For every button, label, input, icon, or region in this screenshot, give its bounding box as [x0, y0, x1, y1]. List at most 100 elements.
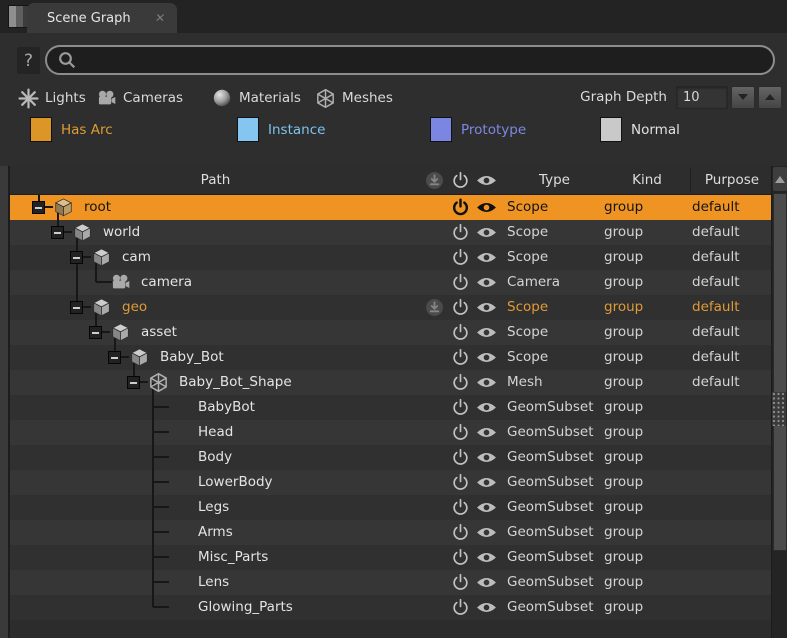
load-state-icon[interactable] — [421, 370, 447, 395]
tree-row-BabyBot[interactable]: BabyBotGeomSubsetgroup — [10, 395, 771, 420]
node-label[interactable]: Legs — [198, 495, 229, 520]
power-toggle-icon[interactable] — [447, 295, 473, 320]
tree-row-Baby_Bot[interactable]: Baby_BotScopegroupdefault — [10, 345, 771, 370]
visibility-eye-icon[interactable] — [473, 195, 499, 220]
visibility-eye-icon[interactable] — [473, 545, 499, 570]
visibility-eye-icon[interactable] — [473, 420, 499, 445]
tree-row-root[interactable]: rootScopegroupdefault — [10, 195, 771, 220]
tab-scene-graph[interactable]: Scene Graph ✕ — [27, 3, 177, 33]
load-state-icon[interactable] — [421, 420, 447, 445]
node-label[interactable]: BabyBot — [198, 395, 255, 420]
help-button[interactable]: ? — [17, 47, 40, 74]
load-state-icon[interactable] — [421, 470, 447, 495]
power-column-icon[interactable] — [447, 168, 473, 193]
power-toggle-icon[interactable] — [447, 595, 473, 620]
expander-toggle[interactable] — [108, 351, 121, 364]
tree-row-Arms[interactable]: ArmsGeomSubsetgroup — [10, 520, 771, 545]
scrollbar-up-button[interactable] — [773, 167, 787, 191]
load-state-icon[interactable] — [421, 595, 447, 620]
tree-row-LowerBody[interactable]: LowerBodyGeomSubsetgroup — [10, 470, 771, 495]
resize-grip[interactable] — [772, 392, 786, 426]
load-state-icon[interactable] — [421, 295, 447, 320]
search-input[interactable] — [83, 52, 763, 69]
node-label[interactable]: Misc_Parts — [198, 545, 268, 570]
visibility-eye-icon[interactable] — [473, 595, 499, 620]
node-label[interactable]: camera — [141, 270, 192, 295]
tree-row-Legs[interactable]: LegsGeomSubsetgroup — [10, 495, 771, 520]
tree-row-Lens[interactable]: LensGeomSubsetgroup — [10, 570, 771, 595]
visibility-eye-icon[interactable] — [473, 470, 499, 495]
load-state-icon[interactable] — [421, 320, 447, 345]
load-state-icon[interactable] — [421, 545, 447, 570]
tab-close-icon[interactable]: ✕ — [154, 11, 166, 25]
expander-toggle[interactable] — [51, 226, 64, 239]
load-state-icon[interactable] — [421, 345, 447, 370]
column-header-kind[interactable]: Kind — [602, 168, 690, 193]
power-toggle-icon[interactable] — [447, 270, 473, 295]
visibility-eye-icon[interactable] — [473, 320, 499, 345]
node-label[interactable]: Lens — [198, 570, 229, 595]
node-label[interactable]: root — [84, 195, 111, 220]
node-label[interactable]: asset — [141, 320, 177, 345]
visibility-eye-icon[interactable] — [473, 520, 499, 545]
power-toggle-icon[interactable] — [447, 220, 473, 245]
node-label[interactable]: LowerBody — [198, 470, 273, 495]
graph-depth-decrement-button[interactable] — [731, 86, 755, 109]
graph-depth-increment-button[interactable] — [758, 86, 782, 109]
load-column-icon[interactable] — [421, 168, 447, 193]
tree-row-Glowing_Parts[interactable]: Glowing_PartsGeomSubsetgroup — [10, 595, 771, 620]
tree-row-Head[interactable]: HeadGeomSubsetgroup — [10, 420, 771, 445]
load-state-icon[interactable] — [421, 270, 447, 295]
visibility-eye-icon[interactable] — [473, 345, 499, 370]
scrollbar-thumb[interactable] — [773, 193, 787, 551]
load-state-icon[interactable] — [421, 445, 447, 470]
power-toggle-icon[interactable] — [447, 395, 473, 420]
column-header-type[interactable]: Type — [505, 168, 602, 193]
power-toggle-icon[interactable] — [447, 420, 473, 445]
power-toggle-icon[interactable] — [447, 345, 473, 370]
power-toggle-icon[interactable] — [447, 495, 473, 520]
expander-toggle[interactable] — [70, 251, 83, 264]
node-label[interactable]: Arms — [198, 520, 233, 545]
load-state-icon[interactable] — [421, 220, 447, 245]
load-state-icon[interactable] — [421, 245, 447, 270]
load-state-icon[interactable] — [421, 195, 447, 220]
tree-row-world[interactable]: worldScopegroupdefault — [10, 220, 771, 245]
tree-row-cam[interactable]: camScopegroupdefault — [10, 245, 771, 270]
tree-row-camera[interactable]: cameraCameragroupdefault — [10, 270, 771, 295]
power-toggle-icon[interactable] — [447, 570, 473, 595]
power-toggle-icon[interactable] — [447, 195, 473, 220]
visibility-eye-icon[interactable] — [473, 370, 499, 395]
load-state-icon[interactable] — [421, 395, 447, 420]
node-label[interactable]: Glowing_Parts — [198, 595, 293, 620]
expander-toggle[interactable] — [32, 201, 45, 214]
visibility-eye-icon[interactable] — [473, 245, 499, 270]
column-header-path[interactable]: Path — [10, 172, 421, 188]
node-label[interactable]: Head — [198, 420, 233, 445]
load-state-icon[interactable] — [421, 570, 447, 595]
expander-toggle[interactable] — [127, 376, 140, 389]
visibility-eye-icon[interactable] — [473, 495, 499, 520]
node-label[interactable]: Baby_Bot — [160, 345, 224, 370]
tree-row-Body[interactable]: BodyGeomSubsetgroup — [10, 445, 771, 470]
visibility-eye-icon[interactable] — [473, 570, 499, 595]
tree-row-Misc_Parts[interactable]: Misc_PartsGeomSubsetgroup — [10, 545, 771, 570]
load-state-icon[interactable] — [421, 520, 447, 545]
graph-depth-input[interactable]: 10 — [676, 86, 728, 109]
column-header-purpose[interactable]: Purpose — [691, 168, 771, 193]
power-toggle-icon[interactable] — [447, 445, 473, 470]
node-label[interactable]: cam — [122, 245, 151, 270]
visibility-eye-icon[interactable] — [473, 445, 499, 470]
load-state-icon[interactable] — [421, 495, 447, 520]
expander-toggle[interactable] — [70, 301, 83, 314]
power-toggle-icon[interactable] — [447, 320, 473, 345]
tree-row-asset[interactable]: assetScopegroupdefault — [10, 320, 771, 345]
power-toggle-icon[interactable] — [447, 245, 473, 270]
tree-row-geo[interactable]: geoScopegroupdefault — [10, 295, 771, 320]
search-bar[interactable] — [45, 45, 775, 75]
filter-materials[interactable]: Materials — [212, 84, 301, 112]
power-toggle-icon[interactable] — [447, 520, 473, 545]
power-toggle-icon[interactable] — [447, 370, 473, 395]
visibility-eye-icon[interactable] — [473, 270, 499, 295]
filter-meshes[interactable]: Meshes — [315, 84, 393, 112]
